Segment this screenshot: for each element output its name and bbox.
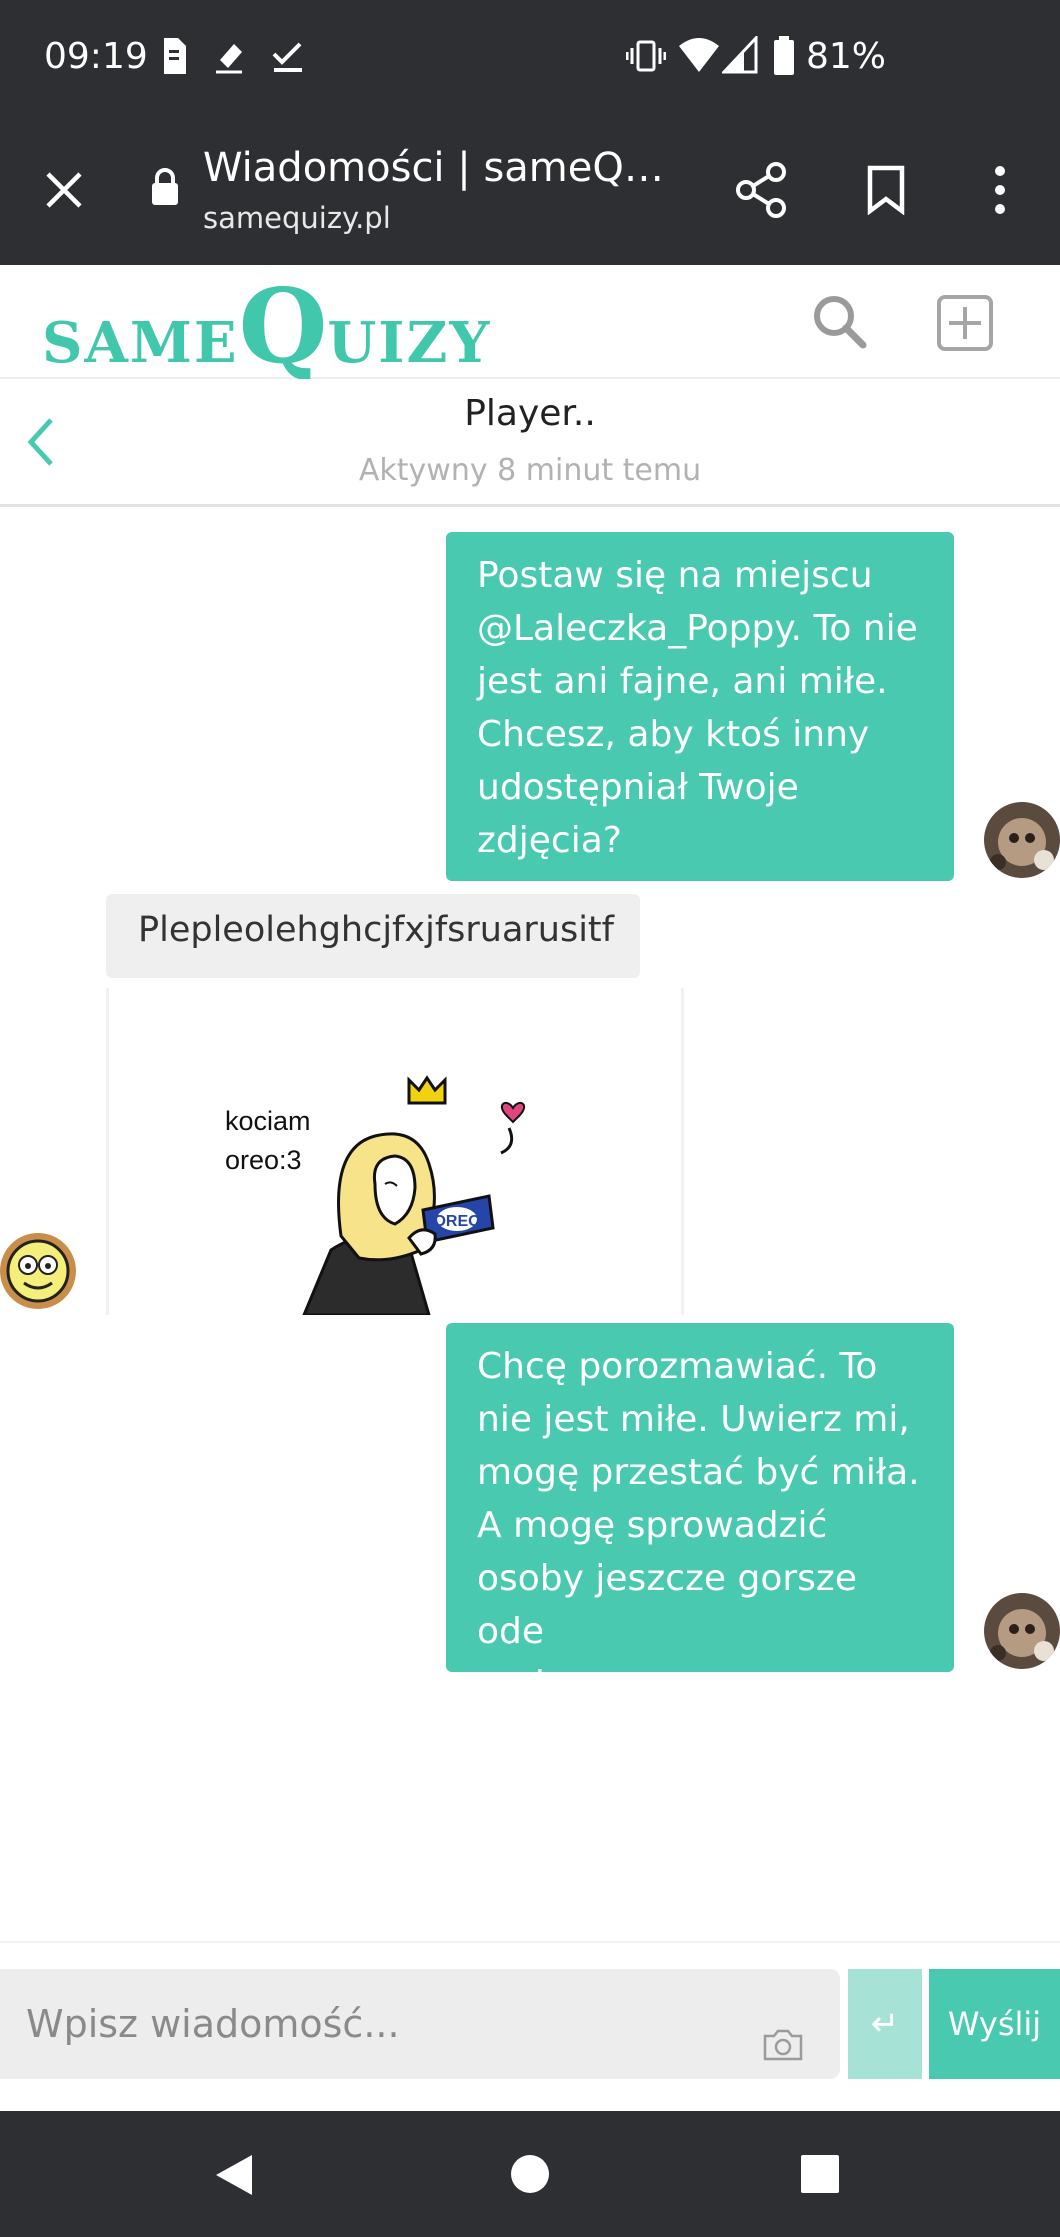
outgoing-message[interactable]: Chcę porozmawiać. To nie jest miłe. Uwie… [446, 1323, 954, 1705]
outgoing-message[interactable]: Postaw się na miejscu @Laleczka_Poppy. T… [446, 532, 954, 881]
message-list[interactable]: Postaw się na miejscu @Laleczka_Poppy. T… [0, 505, 1060, 1940]
drawing-image: OREO [302, 1075, 525, 1315]
close-icon[interactable] [44, 170, 84, 210]
battery-percent: 81% [806, 36, 887, 77]
draw-icon [216, 44, 242, 74]
chat-contact-name[interactable]: Player.. [0, 393, 1060, 434]
incoming-message[interactable]: Plepleolehghcjfxjfsruarusitf [106, 894, 640, 978]
message-text: Plepleolehghcjfxjfsruarusitf [138, 910, 614, 950]
message-composer: ↵ Wyślij [0, 1941, 1060, 2113]
status-bar: 09:19 81% [0, 0, 1060, 115]
nav-home-icon[interactable] [510, 2154, 550, 2194]
system-nav-bar [0, 2111, 1060, 2237]
battery-icon [774, 36, 794, 75]
share-icon[interactable] [734, 162, 788, 218]
chat-header: Player.. Aktywny 8 minut temu [0, 379, 1060, 507]
message-line: mogę przestać być miła. [477, 1452, 920, 1493]
message-line: zdjęcia? [477, 820, 622, 861]
message-line: mnie [477, 1664, 568, 1705]
cookie-label: OREO [433, 1213, 480, 1230]
message-line: udostępniał Twoje [477, 767, 799, 808]
enter-toggle-button[interactable]: ↵ [848, 1969, 922, 2079]
add-icon[interactable] [936, 294, 994, 352]
nav-back-icon[interactable] [214, 2153, 254, 2197]
my-avatar[interactable] [984, 802, 1060, 878]
check-icon [272, 42, 302, 72]
chat-contact-status: Aktywny 8 minut temu [358, 453, 702, 488]
incoming-image-message[interactable]: kociam oreo:3 OREO [106, 988, 684, 1315]
sim-card-icon [164, 38, 186, 74]
signal-icon [722, 36, 758, 74]
message-line: osoby jeszcze gorsze ode [477, 1558, 857, 1652]
site-header: SAMEQUIZY [0, 265, 1060, 387]
page-url[interactable]: samequizy.pl [203, 201, 391, 235]
vibrate-icon [626, 40, 666, 72]
lock-icon [152, 168, 178, 205]
wifi-icon [679, 38, 719, 72]
contact-avatar[interactable] [0, 1233, 76, 1309]
message-line: A mogę sprowadzić [477, 1505, 828, 1546]
nav-recents-icon[interactable] [801, 2155, 839, 2193]
send-button[interactable]: Wyślij [929, 1969, 1060, 2079]
message-line: Chcesz, aby ktoś inny [477, 714, 870, 755]
message-line: Postaw się na miejscu [477, 555, 873, 596]
message-line: @Laleczka_Poppy. To nie [477, 608, 918, 649]
clock: 09:19 [44, 36, 148, 77]
message-line: jest ani fajne, ani miłe. [477, 661, 888, 702]
message-input[interactable] [0, 1969, 840, 2079]
browser-toolbar: Wiadomości | sameQui… samequizy.pl [0, 115, 1060, 265]
enter-icon: ↵ [870, 2004, 900, 2044]
search-icon[interactable] [812, 294, 868, 350]
message-line: Chcę porozmawiać. To [477, 1346, 878, 1387]
camera-icon[interactable] [762, 2028, 804, 2062]
more-icon[interactable] [990, 165, 1010, 215]
bookmark-icon[interactable] [866, 165, 906, 215]
my-avatar[interactable] [984, 1593, 1060, 1669]
samequizy-logo[interactable]: SAMEQUIZY [42, 267, 491, 387]
message-line: nie jest miłe. Uwierz mi, [477, 1399, 910, 1440]
page-title[interactable]: Wiadomości | sameQui… [203, 145, 673, 191]
